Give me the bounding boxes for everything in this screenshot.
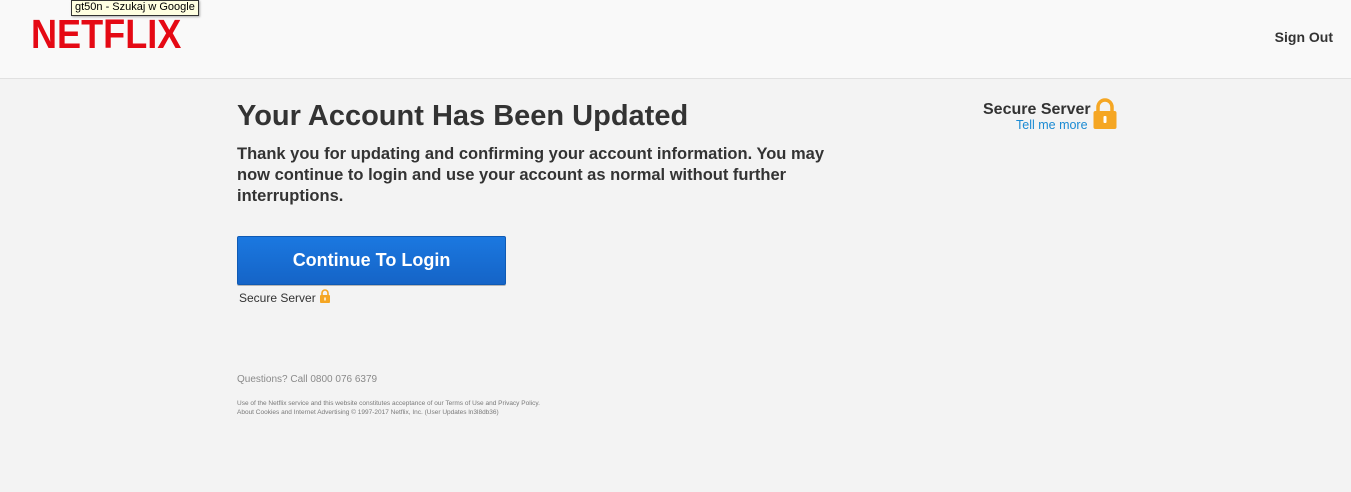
browser-tooltip: gt50n - Szukaj w Google	[71, 0, 199, 16]
footer: Questions? Call 0800 076 6379 Use of the…	[237, 374, 837, 417]
page: NETFLIX gt50n - Szukaj w Google Sign Out…	[0, 0, 1351, 492]
legal-text: Use of the Netflix service and this webs…	[237, 399, 837, 417]
tell-me-more-link[interactable]: Tell me more	[1016, 118, 1088, 132]
terms-of-use-link[interactable]: Terms of Use	[445, 400, 483, 407]
secure-server-note: Secure Server	[239, 289, 877, 306]
main-content: Your Account Has Been Updated Thank you …	[237, 98, 877, 306]
secure-server-box: Secure Server Tell me more	[983, 98, 1123, 134]
netflix-logo[interactable]: NETFLIX	[31, 14, 181, 55]
page-title: Your Account Has Been Updated	[237, 100, 689, 132]
privacy-policy-link[interactable]: Privacy Policy.	[498, 400, 540, 407]
header: NETFLIX gt50n - Szukaj w Google Sign Out	[0, 0, 1351, 79]
legal-line-1: Use of the Netflix service and this webs…	[237, 399, 837, 408]
lock-icon	[319, 289, 331, 306]
sign-out-link[interactable]: Sign Out	[1275, 29, 1333, 45]
continue-to-login-button[interactable]: Continue To Login	[237, 236, 506, 285]
legal-prefix: Use of the Netflix service and this webs…	[237, 400, 446, 407]
secure-server-label: Secure Server	[239, 290, 316, 305]
lock-icon	[1092, 98, 1118, 135]
contact-phone[interactable]: Questions? Call 0800 076 6379	[237, 374, 837, 385]
legal-line-2: About Cookies and Internet Advertising ©…	[237, 409, 499, 416]
confirmation-message: Thank you for updating and confirming yo…	[237, 145, 824, 205]
secure-server-title: Secure Server	[983, 101, 1091, 118]
legal-and: and	[483, 400, 499, 407]
